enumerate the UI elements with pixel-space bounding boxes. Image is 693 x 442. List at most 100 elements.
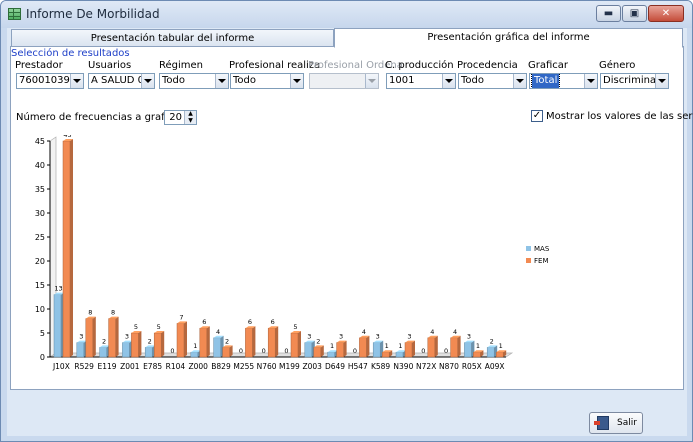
profesional-realiza-combo[interactable]: Todo xyxy=(230,73,304,89)
bar xyxy=(327,351,335,358)
data-label: 4 xyxy=(430,328,434,336)
door-exit-icon xyxy=(594,416,609,430)
x-tick-label: Z003 xyxy=(302,362,322,371)
chart-floor xyxy=(48,352,514,358)
bar xyxy=(304,342,313,358)
x-tick-label: D649 xyxy=(325,362,345,371)
table-icon xyxy=(8,8,21,20)
bar xyxy=(359,337,367,358)
bar-side xyxy=(206,326,210,357)
genero-combo[interactable]: Discriminados xyxy=(600,73,669,89)
procedencia-combo[interactable]: Todo xyxy=(458,73,527,89)
data-label: 2 xyxy=(490,337,494,345)
c-produccion-combo[interactable]: 1001 xyxy=(386,73,456,89)
c-produccion-label: C. producción xyxy=(385,60,454,71)
data-label: 3 xyxy=(79,333,83,341)
data-label: 0 xyxy=(262,347,266,355)
chevron-down-icon[interactable] xyxy=(290,74,303,88)
close-button[interactable]: ✕ xyxy=(648,5,684,22)
y-tick-label: 15 xyxy=(35,281,45,290)
minimize-button[interactable]: ▬ xyxy=(596,5,621,22)
bar xyxy=(395,351,404,358)
chevron-down-icon[interactable] xyxy=(442,74,455,88)
data-label: 2 xyxy=(102,337,106,345)
y-tick-label: 25 xyxy=(35,233,45,242)
bar-side xyxy=(115,316,119,357)
x-tick-label: E119 xyxy=(97,362,116,371)
mostrar-valores-checkbox[interactable]: ✓ xyxy=(531,110,543,122)
exit-button[interactable]: Salir xyxy=(589,412,643,434)
prestador-combo[interactable]: 760010395801 xyxy=(16,73,84,89)
x-tick-label: N72X xyxy=(416,362,436,371)
data-label: 0 xyxy=(444,347,448,355)
data-label: 6 xyxy=(202,318,206,326)
x-tick-label: A09X xyxy=(485,362,505,371)
bar xyxy=(372,342,381,358)
data-label: 3 xyxy=(467,333,471,341)
graficar-combo[interactable]: Total xyxy=(529,73,598,89)
bar-side xyxy=(343,340,347,357)
graficar-label: Graficar xyxy=(528,60,569,71)
bar-side xyxy=(298,331,301,357)
data-label: 4 xyxy=(216,328,220,336)
title-bar[interactable]: Informe De Morbilidad ▬ ▣ ✕ xyxy=(1,1,692,28)
chevron-down-icon[interactable] xyxy=(141,74,154,88)
x-tick-label: R05X xyxy=(462,362,482,371)
bar-side xyxy=(92,316,96,357)
regimen-value: Todo xyxy=(162,75,185,86)
chevron-down-icon[interactable] xyxy=(215,74,228,88)
data-label: 1 xyxy=(385,342,389,350)
y-tick-label: 10 xyxy=(35,305,45,314)
bar xyxy=(427,337,436,358)
chevron-down-icon[interactable] xyxy=(655,74,668,88)
chevron-down-icon[interactable] xyxy=(584,74,597,88)
legend-label: MAS xyxy=(534,245,550,253)
x-tick-label: Z000 xyxy=(188,362,208,371)
bar xyxy=(450,337,458,358)
frecuencias-label: Número de frecuencias a graficar xyxy=(16,112,184,123)
frecuencias-spinner[interactable]: 20 ▲ ▼ xyxy=(164,110,197,125)
data-label: 8 xyxy=(111,309,115,317)
bar xyxy=(199,327,208,358)
mostrar-valores-label[interactable]: Mostrar los valores de las series xyxy=(546,111,693,122)
data-label: 5 xyxy=(134,323,138,331)
data-label: 5 xyxy=(293,323,297,331)
data-label: 1 xyxy=(193,342,197,350)
bar xyxy=(62,140,71,358)
usuarios-combo[interactable]: A SALUD 095 xyxy=(88,73,155,89)
section-title: Selección de resultados xyxy=(11,48,130,59)
bar xyxy=(222,347,230,358)
bar xyxy=(53,294,62,358)
chevron-down-icon[interactable] xyxy=(70,74,83,88)
profesional-realiza-value: Todo xyxy=(233,75,256,86)
prestador-label: Prestador xyxy=(15,60,63,71)
y-tick-label: 5 xyxy=(40,329,45,338)
data-label: 3 xyxy=(407,333,411,341)
bar xyxy=(473,351,481,358)
chevron-down-icon[interactable] xyxy=(513,74,526,88)
graficar-value: Total xyxy=(530,74,561,88)
spin-down-icon[interactable]: ▼ xyxy=(184,117,196,124)
tab-grafica[interactable]: Presentación gráfica del informe xyxy=(334,28,683,48)
data-label: 2 xyxy=(316,337,320,345)
y-tick-label: 40 xyxy=(35,161,45,170)
tab-tabular[interactable]: Presentación tabular del informe xyxy=(11,29,334,47)
bar-side xyxy=(184,321,187,357)
data-label: 1 xyxy=(476,342,480,350)
data-label: 5 xyxy=(157,323,161,331)
bar xyxy=(464,342,472,358)
y-tick-label: 0 xyxy=(40,353,45,362)
data-label: 0 xyxy=(353,347,357,355)
genero-label: Género xyxy=(599,60,636,71)
bar-side xyxy=(434,335,438,357)
regimen-combo[interactable]: Todo xyxy=(159,73,229,89)
procedencia-value: Todo xyxy=(461,75,484,86)
bar-side xyxy=(70,139,73,357)
profesional-ordena-combo xyxy=(309,73,379,89)
x-tick-label: E785 xyxy=(143,362,162,371)
legend-swatch xyxy=(526,258,531,263)
bar xyxy=(108,318,116,358)
maximize-button[interactable]: ▣ xyxy=(622,5,647,22)
y-tick-label: 45 xyxy=(35,137,45,146)
data-label: 1 xyxy=(330,342,334,350)
